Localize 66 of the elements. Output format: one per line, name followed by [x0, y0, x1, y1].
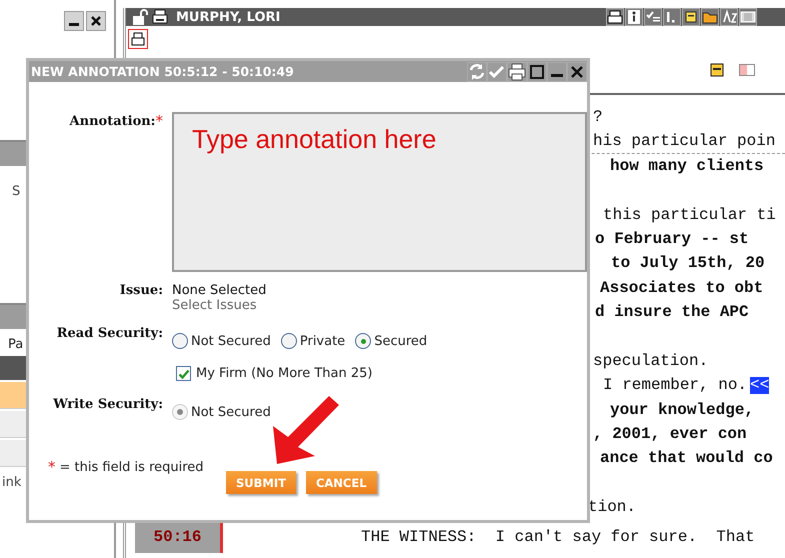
option-label: Not Secured	[191, 404, 271, 420]
printer-icon[interactable]	[128, 29, 148, 49]
field-label: Write Security:	[53, 397, 163, 412]
radio-button[interactable]	[280, 333, 297, 349]
transcript-line: , 2001, ever con	[593, 424, 747, 446]
maximize-icon[interactable]	[527, 62, 547, 82]
transcript-line: Associates to obt	[600, 278, 764, 299]
select-issues-link[interactable]: Select Issues	[172, 298, 266, 313]
note-icon[interactable]	[710, 63, 724, 77]
pointer-arrow	[271, 394, 341, 466]
action-button[interactable]: SUBMIT	[226, 471, 296, 494]
timestamp: 50:16	[135, 522, 223, 553]
print-icon[interactable]	[507, 62, 527, 82]
transcript-line: speculation.	[593, 350, 708, 372]
printer-icon[interactable]	[606, 8, 624, 26]
transcript-line: d insure the APC	[595, 302, 749, 324]
lock-icon	[132, 9, 150, 25]
required-mark: *	[48, 460, 56, 474]
close-icon[interactable]	[86, 11, 106, 31]
close-icon[interactable]	[567, 62, 587, 82]
transcript-line: ?	[593, 107, 603, 128]
field-value: None Selected	[172, 283, 266, 298]
option-label: My Firm (No More Than 25)	[196, 366, 372, 381]
field-label: Annotation:	[70, 114, 156, 129]
option-label: Secured	[374, 334, 428, 348]
radio-button[interactable]	[172, 333, 188, 349]
transcript-line: I remember, no.	[603, 375, 748, 396]
minimize-icon[interactable]	[64, 11, 84, 31]
panel-label: ink	[2, 475, 22, 490]
check-icon	[178, 368, 190, 380]
dialog-title: NEW ANNOTATION 50:5:12 - 50:10:49	[30, 64, 294, 79]
checkbox[interactable]	[176, 366, 191, 381]
panel-label: Pa	[8, 337, 24, 352]
minimize-icon[interactable]	[547, 62, 567, 82]
note-icon[interactable]	[682, 8, 700, 26]
annotation-field[interactable]: Type annotation here	[172, 112, 587, 272]
transcript-line: your knowledge,	[610, 400, 754, 421]
film-icon[interactable]	[739, 8, 757, 26]
checklist-icon[interactable]	[644, 8, 662, 26]
required-note: = this field is required	[60, 460, 204, 475]
refresh-icon[interactable]	[467, 62, 487, 82]
transcript-line: THE WITNESS: I can't say for sure. That	[361, 526, 755, 548]
marker-highlight: <<	[750, 376, 770, 394]
check-icon[interactable]	[487, 62, 507, 82]
transcript-line: o February -- st	[595, 228, 749, 250]
transcript-line: to July 15th, 20	[611, 253, 765, 274]
panel-label: S	[12, 184, 20, 199]
field-label: Issue:	[120, 283, 163, 298]
transcript-line: tion.	[588, 497, 636, 518]
folder-icon[interactable]	[701, 8, 719, 26]
info-icon[interactable]	[625, 8, 643, 26]
card-icon[interactable]	[739, 63, 755, 77]
window-title: MURPHY, LORI	[176, 10, 280, 24]
transcript-line: his particular poin	[593, 131, 776, 152]
radio-button[interactable]	[355, 333, 372, 349]
numbered-list-icon[interactable]	[663, 8, 681, 26]
field-label: Read Security:	[56, 326, 163, 341]
printer-icon	[152, 9, 168, 25]
transcript-line: ance that would co	[600, 448, 773, 470]
transcript-line: this particular ti	[603, 204, 776, 226]
transcript-line: how many clients	[610, 156, 764, 177]
option-label: Not Secured	[191, 334, 271, 348]
option-label: Private	[300, 334, 346, 348]
action-button[interactable]: CANCEL	[306, 471, 377, 494]
sort-icon[interactable]	[720, 8, 738, 26]
required-mark: *	[156, 114, 163, 128]
